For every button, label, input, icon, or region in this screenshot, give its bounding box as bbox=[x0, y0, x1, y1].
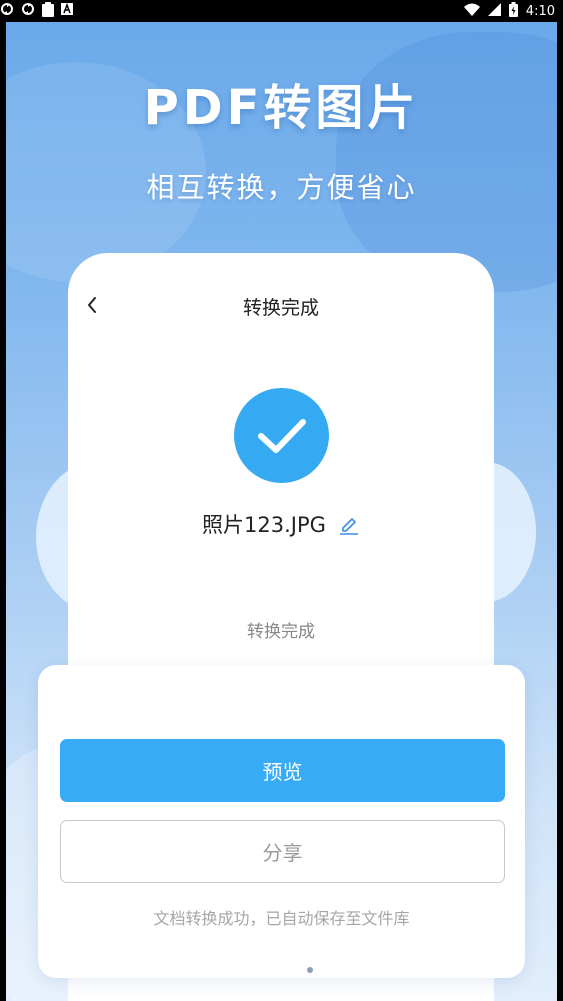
status-right: 4:10 bbox=[463, 1, 555, 21]
promo-headline: PDF转图片 bbox=[143, 80, 420, 136]
share-button[interactable]: 分享 bbox=[60, 820, 505, 883]
edit-icon[interactable] bbox=[338, 513, 360, 535]
file-name-row: 照片123.JPG bbox=[68, 509, 494, 539]
screen-title: 转换完成 bbox=[242, 297, 319, 319]
sync-icon bbox=[0, 2, 14, 20]
preview-button[interactable]: 预览 bbox=[60, 739, 505, 802]
status-left bbox=[0, 1, 73, 21]
save-hint: 文档转换成功，已自动保存至文件库 bbox=[153, 909, 410, 928]
page-indicator-dot bbox=[307, 967, 313, 973]
success-badge bbox=[234, 388, 329, 483]
action-sheet: 预览 分享 文档转换成功，已自动保存至文件库 bbox=[38, 665, 525, 978]
status-time: 4:10 bbox=[525, 3, 555, 19]
conversion-status: 转换完成 bbox=[247, 622, 315, 642]
promo-subline: 相互转换，方便省心 bbox=[146, 171, 417, 204]
check-icon bbox=[257, 418, 306, 453]
a-badge-icon bbox=[61, 2, 73, 19]
sync-icon bbox=[21, 2, 35, 20]
battery-icon bbox=[508, 1, 518, 21]
clipboard-icon bbox=[42, 1, 54, 21]
wifi-icon bbox=[463, 3, 480, 20]
status-bar: 4:10 bbox=[0, 0, 563, 22]
signal-icon bbox=[487, 2, 501, 20]
file-name: 照片123.JPG bbox=[202, 513, 326, 537]
